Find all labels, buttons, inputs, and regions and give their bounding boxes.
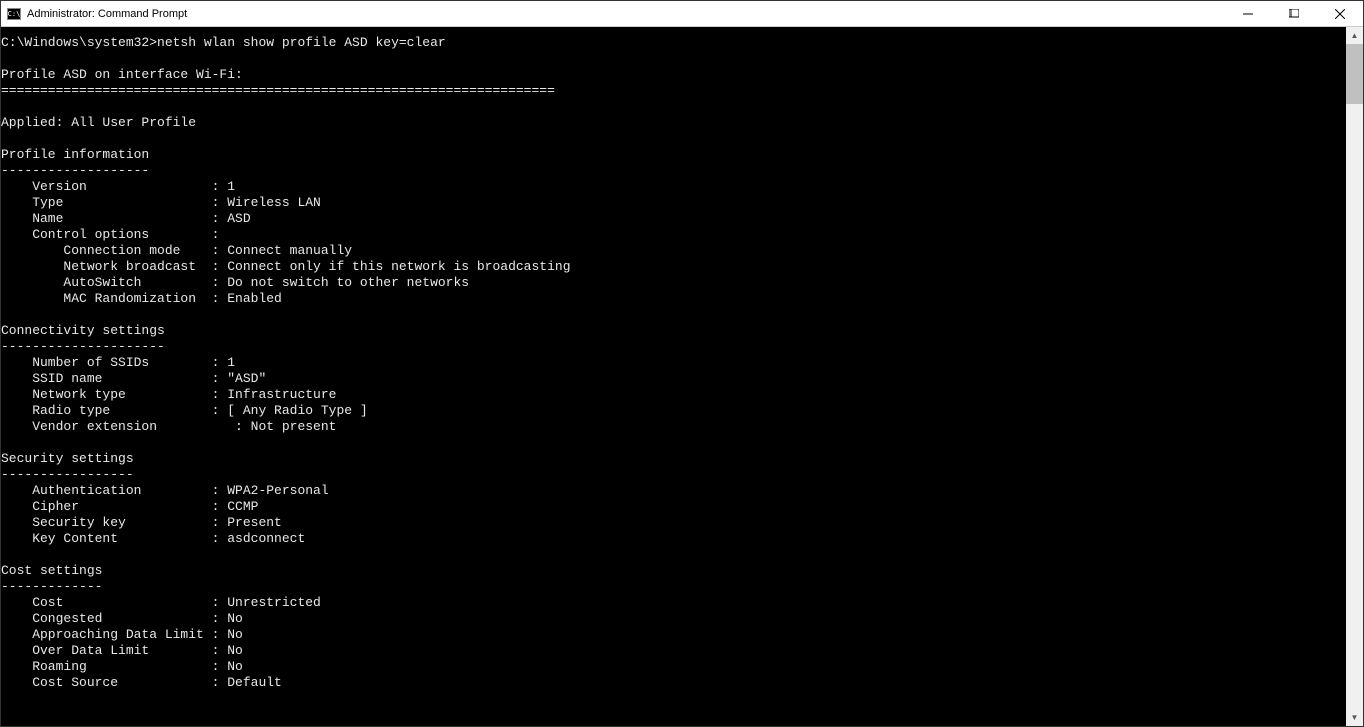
terminal-wrap: C:\Windows\system32>netsh wlan show prof… xyxy=(1,27,1363,726)
scrollbar[interactable]: ▲ ▼ xyxy=(1346,27,1363,726)
scroll-up-button[interactable]: ▲ xyxy=(1346,27,1363,44)
titlebar-left: C:\ Administrator: Command Prompt xyxy=(7,8,187,20)
minimize-button[interactable] xyxy=(1225,1,1271,26)
maximize-button[interactable] xyxy=(1271,1,1317,26)
scroll-down-button[interactable]: ▼ xyxy=(1346,709,1363,726)
scroll-thumb[interactable] xyxy=(1346,44,1363,104)
titlebar-controls xyxy=(1225,1,1363,26)
close-button[interactable] xyxy=(1317,1,1363,26)
window-title: Administrator: Command Prompt xyxy=(27,8,187,20)
terminal-output[interactable]: C:\Windows\system32>netsh wlan show prof… xyxy=(1,27,1346,726)
titlebar: C:\ Administrator: Command Prompt xyxy=(1,1,1363,27)
cmd-icon: C:\ xyxy=(7,8,21,20)
